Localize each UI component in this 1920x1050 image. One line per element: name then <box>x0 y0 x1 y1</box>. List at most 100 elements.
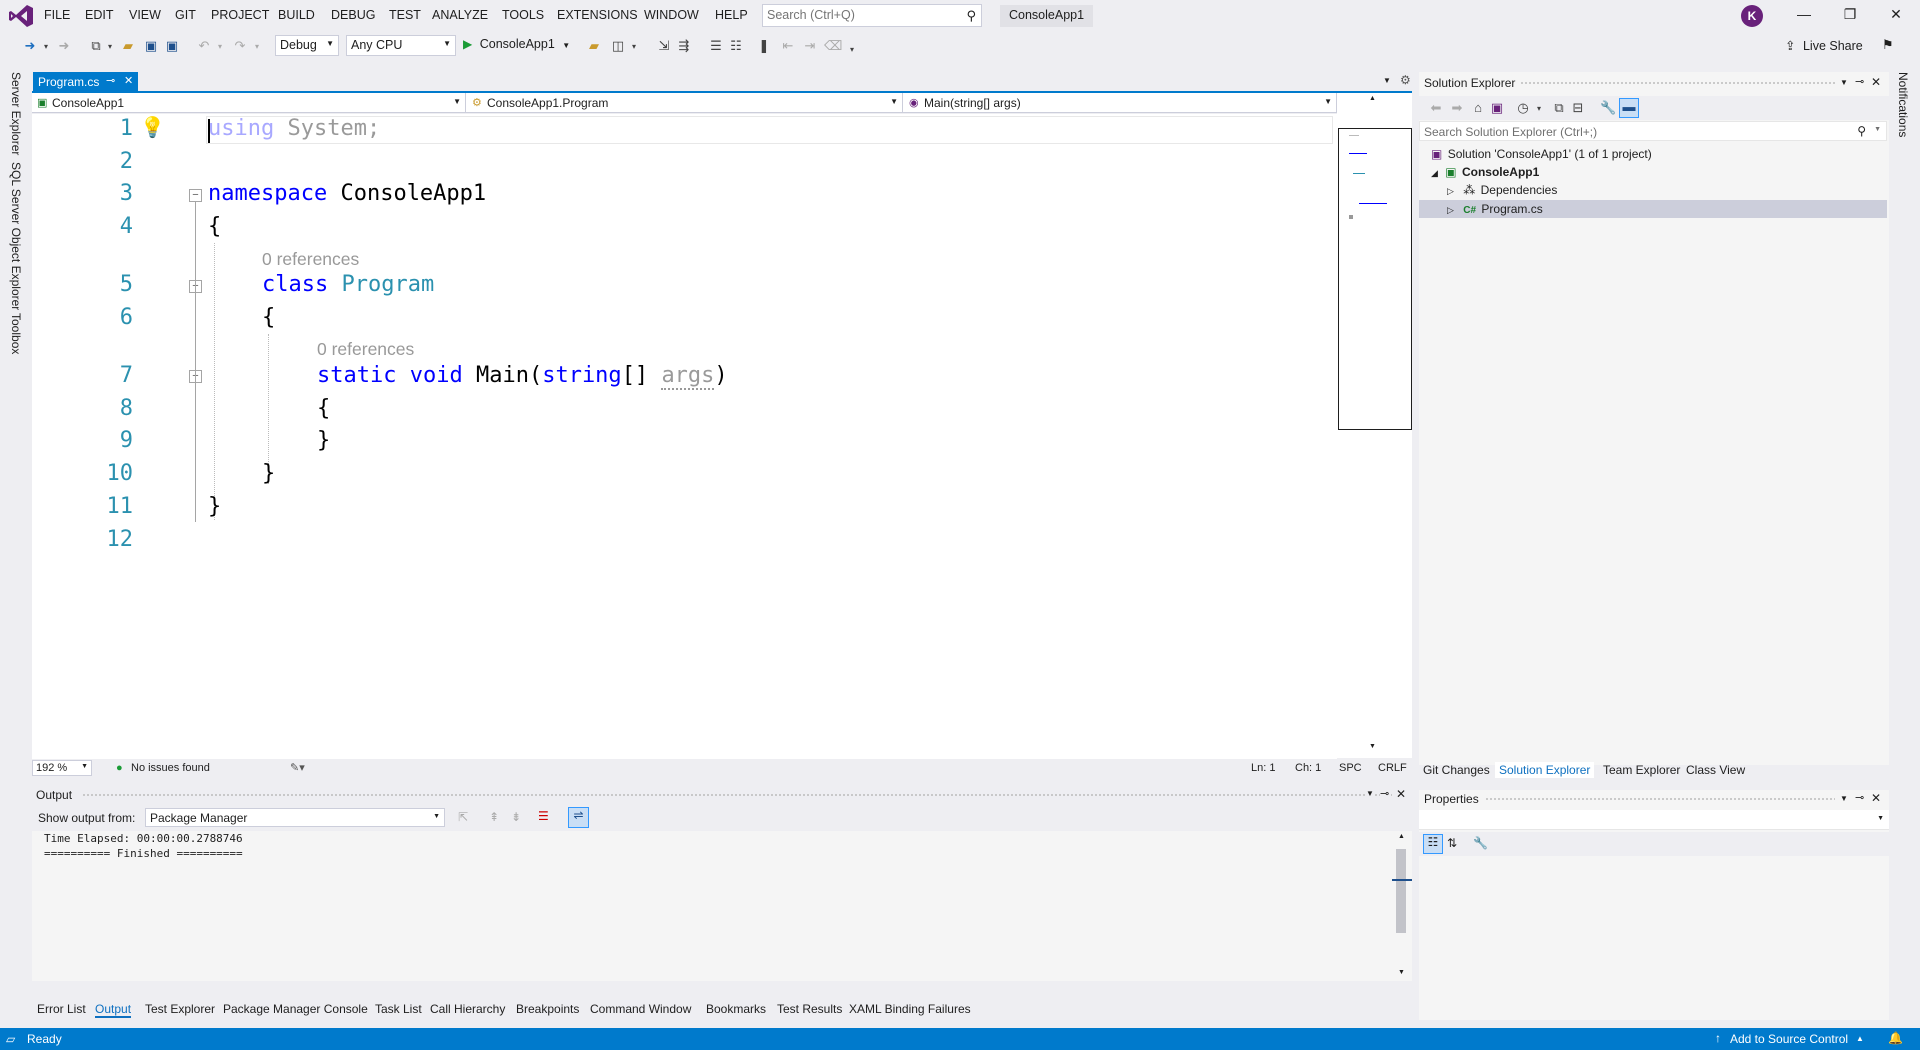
menu-file[interactable]: FILE <box>44 8 70 22</box>
tab-bookmarks[interactable]: Bookmarks <box>706 1002 766 1016</box>
search-input[interactable] <box>763 5 953 25</box>
server-explorer-tab[interactable]: Server Explorer <box>9 72 23 155</box>
tab-error-list[interactable]: Error List <box>37 1002 86 1016</box>
clear-bookmarks-icon[interactable]: ⌫ <box>824 38 842 54</box>
visual-studio-logo-icon[interactable] <box>8 4 34 28</box>
project-dropdown[interactable]: ▣ ConsoleApp1 ▼ <box>32 93 466 113</box>
tree-item-program-cs[interactable]: ▷ C# Program.cs <box>1447 200 1543 218</box>
menu-build[interactable]: BUILD <box>278 8 315 22</box>
configuration-select[interactable]: Debug ▼ <box>275 35 339 56</box>
alphabetical-icon[interactable]: ⇅ <box>1447 836 1457 850</box>
zoom-select[interactable]: 192 % ▼ <box>32 760 92 776</box>
collapse-all-icon[interactable]: ⊟ <box>1570 100 1586 116</box>
minimize-icon[interactable]: — <box>1793 6 1815 22</box>
bookmark-icon[interactable]: ❚ <box>756 38 772 54</box>
pin-icon[interactable]: ⊸ <box>1855 75 1864 88</box>
solution-explorer-search[interactable]: Search Solution Explorer (Ctrl+;) ⚲ ▼ <box>1419 121 1887 141</box>
save-icon[interactable]: ▣ <box>143 38 159 54</box>
menu-help[interactable]: HELP <box>715 8 748 22</box>
property-pages-icon[interactable]: 🔧 <box>1473 836 1488 850</box>
restore-icon[interactable]: ❐ <box>1839 6 1861 23</box>
codelens-references[interactable]: 0 references <box>262 249 359 270</box>
find-message-icon[interactable]: ⇱ <box>458 810 468 824</box>
menu-window[interactable]: WINDOW <box>644 8 699 22</box>
global-search[interactable]: ⚲ <box>762 4 982 27</box>
undo-icon[interactable]: ↶ <box>196 38 212 54</box>
chevron-up-icon[interactable]: ▲ <box>1856 1034 1864 1043</box>
line-ending-indicator[interactable]: CRLF <box>1378 762 1407 774</box>
output-source-select[interactable]: Package Manager ▼ <box>145 808 445 827</box>
next-message-icon[interactable]: ⇟ <box>511 810 521 824</box>
forward-icon[interactable]: ➡ <box>1449 100 1465 116</box>
redo-icon[interactable]: ↷ <box>232 38 248 54</box>
pin-icon[interactable]: ⊸ <box>1380 787 1390 800</box>
sql-server-object-explorer-tab[interactable]: SQL Server Object Explorer <box>9 162 23 310</box>
clear-all-icon[interactable]: ☰ <box>538 809 549 823</box>
back-icon[interactable]: ⬅ <box>1428 100 1444 116</box>
home-icon[interactable]: ⌂ <box>1470 100 1486 115</box>
issues-status[interactable]: No issues found <box>131 762 210 774</box>
scroll-up-icon[interactable]: ▲ <box>1398 833 1405 840</box>
code-editor[interactable] <box>32 114 1337 759</box>
chevron-down-icon[interactable]: ▼ <box>1874 126 1881 133</box>
run-button[interactable]: ▶ ConsoleApp1 ▼ <box>463 37 570 57</box>
tab-xaml-binding-failures[interactable]: XAML Binding Failures <box>849 1002 971 1016</box>
tab-test-explorer[interactable]: Test Explorer <box>145 1002 215 1016</box>
undo-dropdown-icon[interactable]: ▾ <box>212 42 228 51</box>
codelens-references[interactable]: 0 references <box>317 339 414 360</box>
minimap-viewport[interactable] <box>1338 128 1412 430</box>
window-position-icon[interactable]: ▼ <box>1366 789 1374 798</box>
collapse-namespace-icon[interactable]: − <box>189 189 202 202</box>
prev-bookmark-icon[interactable]: ⇤ <box>780 38 796 54</box>
menu-test[interactable]: TEST <box>389 8 421 22</box>
scroll-up-icon[interactable]: ▲ <box>1369 95 1376 102</box>
menu-analyze[interactable]: ANALYZE <box>432 8 488 22</box>
line-indicator[interactable]: Ln: 1 <box>1251 762 1275 774</box>
tab-command-window[interactable]: Command Window <box>590 1002 691 1016</box>
screenshot-dropdown-icon[interactable]: ▾ <box>626 42 642 51</box>
tab-breakpoints[interactable]: Breakpoints <box>516 1002 579 1016</box>
pending-changes-dropdown-icon[interactable]: ▾ <box>1531 104 1547 113</box>
window-position-icon[interactable]: ▼ <box>1840 794 1848 803</box>
hot-reload-icon[interactable]: ⇶ <box>676 38 692 54</box>
pin-icon[interactable]: ⊸ <box>106 74 115 87</box>
scroll-down-icon[interactable]: ▼ <box>1369 743 1376 750</box>
notifications-tab[interactable]: Notifications <box>1896 72 1910 137</box>
platform-select[interactable]: Any CPU ▼ <box>346 35 456 56</box>
previous-message-icon[interactable]: ⇞ <box>489 810 499 824</box>
switch-views-icon[interactable]: ▣ <box>1489 100 1505 116</box>
lightbulb-icon[interactable]: 💡 <box>140 115 165 140</box>
new-dropdown-icon[interactable]: ▾ <box>102 42 118 51</box>
menu-project[interactable]: PROJECT <box>211 8 269 22</box>
uncomment-icon[interactable]: ☷ <box>728 38 744 54</box>
back-icon[interactable]: ➜ <box>22 38 38 54</box>
tree-item-solution[interactable]: ▣ Solution 'ConsoleApp1' (1 of 1 project… <box>1431 145 1652 163</box>
comment-icon[interactable]: ☰ <box>708 38 724 54</box>
menu-extensions[interactable]: EXTENSIONS <box>557 8 638 22</box>
open-folder-icon[interactable]: ▰ <box>120 38 136 54</box>
window-position-icon[interactable]: ▼ <box>1840 78 1848 87</box>
add-to-source-control-button[interactable]: Add to Source Control <box>1730 1032 1848 1046</box>
redo-dropdown-icon[interactable]: ▾ <box>249 42 265 51</box>
close-window-icon[interactable]: ✕ <box>1885 6 1907 23</box>
whitespace-indicator[interactable]: SPC <box>1339 762 1362 774</box>
tree-item-dependencies[interactable]: ▷ ⁂ Dependencies <box>1447 181 1557 199</box>
tab-call-hierarchy[interactable]: Call Hierarchy <box>430 1002 505 1016</box>
screenshot-icon[interactable]: ◫ <box>610 38 626 54</box>
output-text[interactable]: Time Elapsed: 00:00:00.2788746 =========… <box>32 831 1392 981</box>
tab-test-results[interactable]: Test Results <box>777 1002 842 1016</box>
next-bookmark-icon[interactable]: ⇥ <box>802 38 818 54</box>
tab-git-changes[interactable]: Git Changes <box>1419 762 1494 778</box>
gear-icon[interactable]: ⚙ <box>1400 73 1411 87</box>
tab-task-list[interactable]: Task List <box>375 1002 422 1016</box>
properties-wrench-icon[interactable]: 🔧 <box>1600 100 1616 116</box>
notification-bell-icon[interactable]: 🔔 <box>1888 1031 1903 1045</box>
save-all-icon[interactable]: ▣ <box>164 38 180 54</box>
scroll-down-icon[interactable]: ▼ <box>1398 969 1405 976</box>
close-icon[interactable]: ✕ <box>1871 791 1881 805</box>
close-icon[interactable]: ✕ <box>1396 787 1407 801</box>
word-wrap-toggle-icon[interactable]: ⇌ <box>568 807 589 828</box>
avatar[interactable]: K <box>1741 5 1763 27</box>
back-dropdown-icon[interactable]: ▾ <box>38 42 54 51</box>
browse-icon[interactable]: ▰ <box>586 38 602 54</box>
